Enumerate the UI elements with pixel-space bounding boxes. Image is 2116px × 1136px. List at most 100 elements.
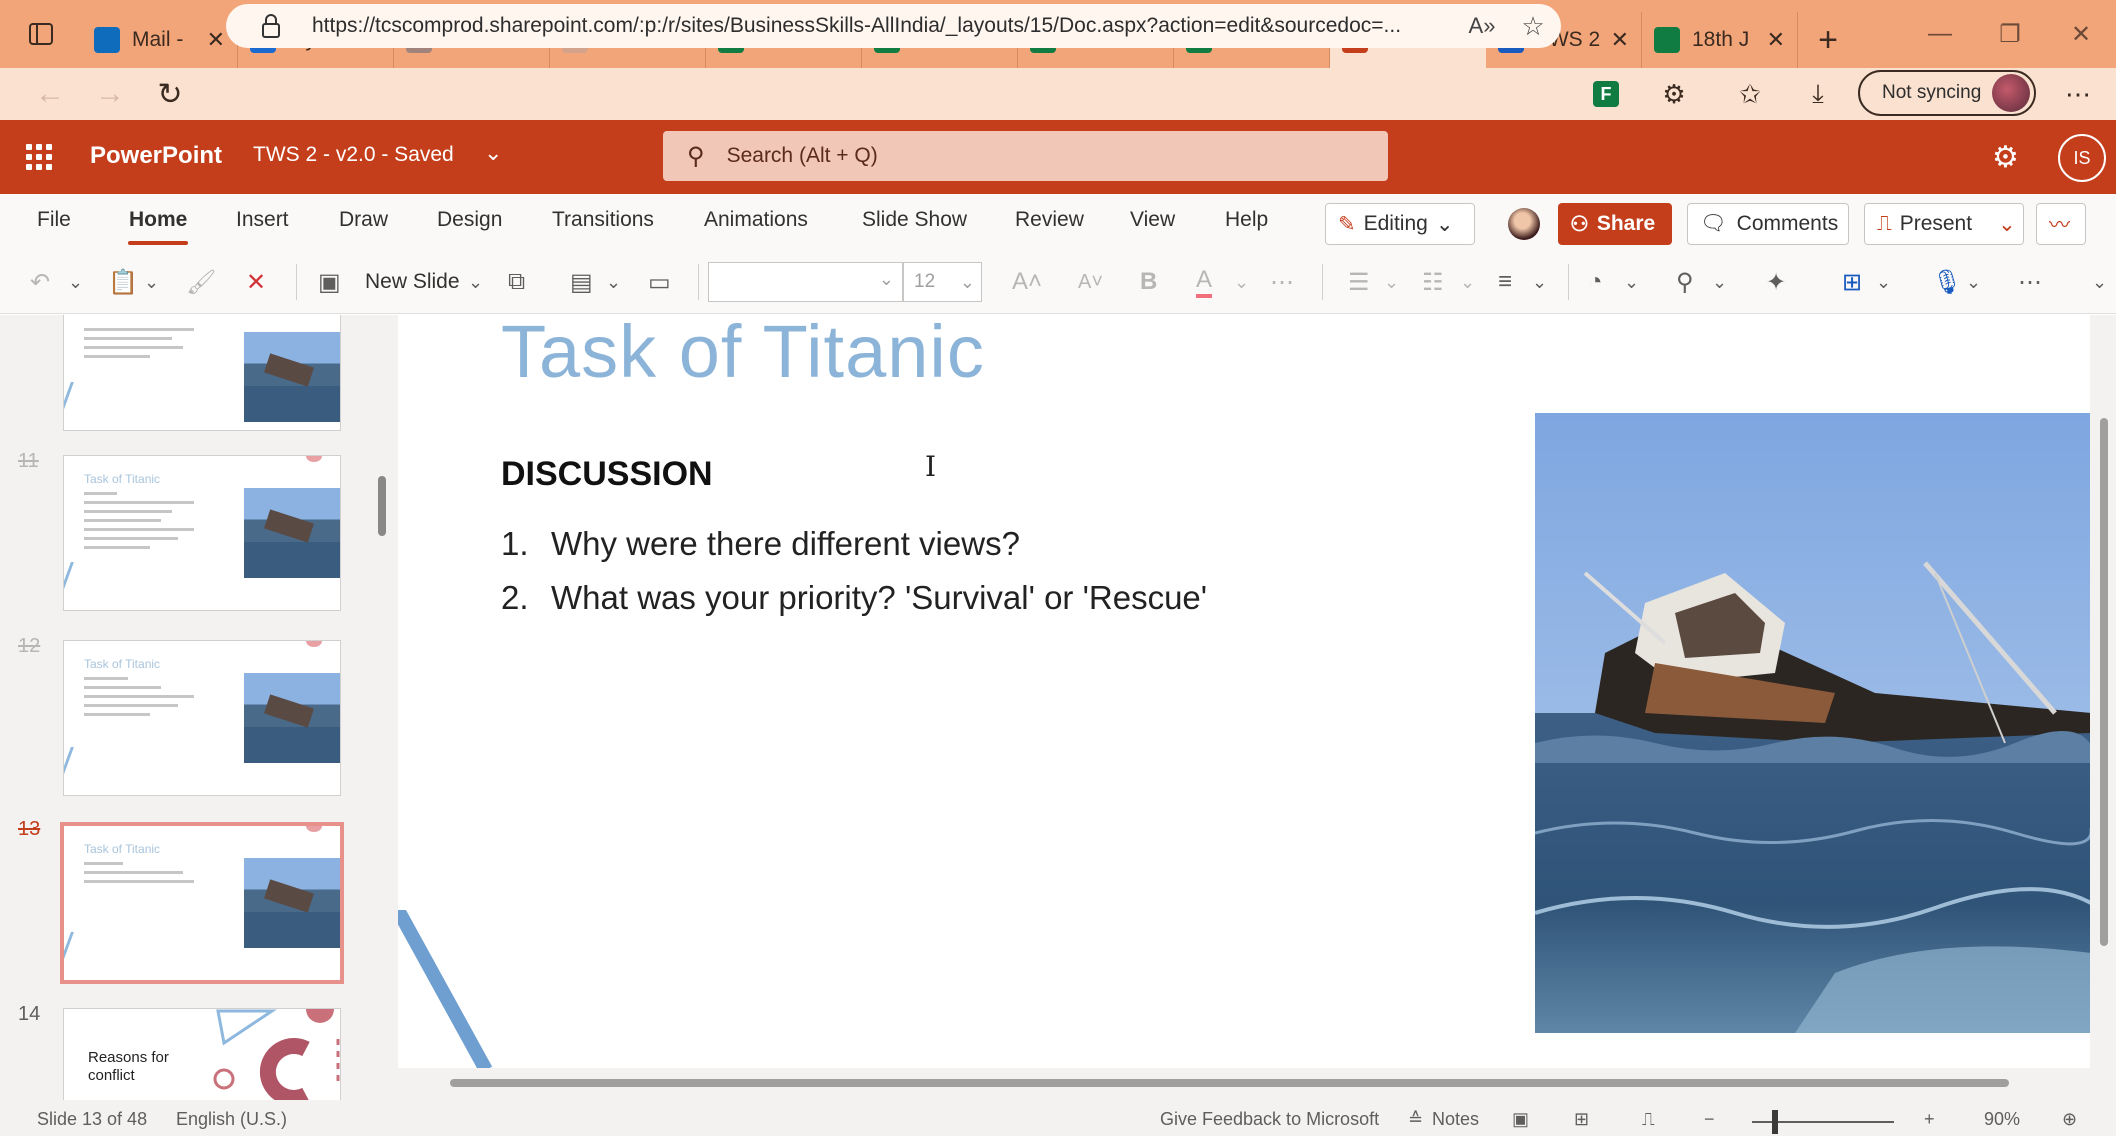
present-button[interactable]: ⎍ Present ⌄ [1864, 203, 2024, 245]
bullets-icon[interactable]: ☰ [1348, 266, 1370, 298]
gear-icon[interactable]: ⚙ [1992, 140, 2019, 175]
close-icon[interactable]: ✕ [1767, 27, 1785, 53]
reading-view-icon[interactable]: ⎍ [1642, 1109, 1655, 1130]
close-icon[interactable]: ✕ [1611, 27, 1629, 53]
designer-icon[interactable]: ✦ [1766, 266, 1786, 298]
undo-icon[interactable]: ↶ [30, 266, 50, 298]
browser-menu-icon[interactable]: ⋯ [2058, 74, 2098, 114]
layout-icon[interactable]: ▤ [570, 266, 593, 298]
restore-button[interactable]: ❐ [1975, 0, 2045, 68]
shipwreck-image[interactable] [1535, 413, 2090, 1033]
slide-title[interactable]: Task of Titanic [501, 315, 985, 394]
back-icon[interactable]: ← [20, 68, 80, 120]
chevron-down-icon[interactable]: ⌄ [1712, 266, 1727, 298]
notes-button[interactable]: Notes [1432, 1109, 1479, 1130]
tab-review[interactable]: Review [1015, 208, 1084, 232]
font-family-select[interactable]: ⌄ [708, 262, 903, 302]
extension-green-icon[interactable]: F [1586, 74, 1626, 114]
downloads-icon[interactable]: ⤓ [1798, 74, 1838, 114]
chevron-down-icon[interactable]: ⌄ [1998, 212, 2016, 237]
language-indicator[interactable]: English (U.S.) [176, 1109, 287, 1130]
slide-body[interactable]: 1. Why were there different views? 2. Wh… [501, 517, 1207, 625]
tab-animations[interactable]: Animations [704, 208, 808, 232]
feedback-link[interactable]: Give Feedback to Microsoft [1160, 1109, 1379, 1130]
browser-tab[interactable]: Mail - ✕ [82, 12, 238, 68]
tab-slide-show[interactable]: Slide Show [862, 208, 967, 232]
zoom-in-icon[interactable]: + [1924, 1109, 1935, 1130]
app-name[interactable]: PowerPoint [90, 142, 222, 170]
new-tab-button[interactable]: + [1798, 12, 1858, 68]
reload-icon[interactable]: ↻ [140, 68, 200, 120]
notes-icon[interactable]: ≙ [1408, 1109, 1423, 1130]
lock-icon[interactable] [258, 13, 284, 39]
new-slide-button[interactable]: New Slide [365, 266, 460, 298]
paste-icon[interactable]: 📋 [108, 266, 138, 298]
add-favorite-icon[interactable]: ☆ [1505, 11, 1561, 42]
tab-help[interactable]: Help [1225, 208, 1268, 232]
expand-ribbon-icon[interactable]: ⌄ [2092, 266, 2107, 298]
slide[interactable]: Task of Titanic DISCUSSION 1. Why were t… [398, 315, 2090, 1068]
vertical-scrollbar[interactable] [2100, 418, 2108, 946]
slide-subtitle[interactable]: DISCUSSION [501, 455, 713, 494]
dictate-icon[interactable]: 🎙 [1932, 266, 1962, 298]
slide-thumbnail-12[interactable]: Task of Titanic [63, 640, 341, 796]
minimize-button[interactable]: — [1905, 0, 1975, 68]
slide-thumbnail-10[interactable] [63, 315, 341, 431]
chevron-down-icon[interactable]: ⌄ [1876, 266, 1891, 298]
chevron-down-icon[interactable]: ⌄ [1234, 266, 1249, 298]
slide-thumbnail-11[interactable]: Task of Titanic [63, 455, 341, 611]
tab-draw[interactable]: Draw [339, 208, 388, 232]
comments-button[interactable]: 🗨 Comments [1687, 203, 1849, 245]
browser-tab[interactable]: 18th J ✕ [1642, 12, 1798, 68]
reuse-slides-icon[interactable]: ⧉ [508, 266, 525, 298]
zoom-level[interactable]: 90% [1984, 1109, 2020, 1130]
design-ideas-icon[interactable]: ⊞ [1842, 266, 1862, 298]
font-color-icon[interactable]: A [1196, 266, 1213, 298]
forward-icon[interactable]: → [80, 68, 140, 120]
chevron-down-icon[interactable]: ⌄ [1624, 266, 1639, 298]
tab-view[interactable]: View [1130, 208, 1175, 232]
chevron-down-icon[interactable]: ⌄ [606, 266, 621, 298]
chevron-down-icon[interactable]: ⌄ [68, 266, 83, 298]
section-icon[interactable]: ▭ [648, 266, 671, 298]
horizontal-scrollbar[interactable] [450, 1079, 2009, 1087]
search-input[interactable]: ⚲ Search (Alt + Q) [663, 131, 1388, 181]
close-icon[interactable]: ✕ [207, 27, 225, 53]
more-options-icon[interactable]: ⋯ [2018, 266, 2042, 298]
font-size-select[interactable]: 12 ⌄ [903, 262, 982, 302]
chevron-down-icon[interactable]: ⌄ [1966, 266, 1981, 298]
thumbnail-scrollbar[interactable] [378, 476, 386, 536]
more-font-options-icon[interactable]: ⋯ [1270, 266, 1294, 298]
tab-file[interactable]: File [37, 208, 71, 232]
decrease-font-icon[interactable]: A˅ [1078, 266, 1103, 298]
chevron-down-icon[interactable]: ⌄ [144, 266, 159, 298]
chevron-down-icon[interactable]: ⌄ [1460, 266, 1475, 298]
numbering-icon[interactable]: ☷ [1422, 266, 1444, 298]
profile-sync-button[interactable]: Not syncing [1858, 70, 2036, 116]
chevron-down-icon[interactable]: ⌄ [1384, 266, 1399, 298]
format-painter-icon[interactable]: 🖌 [186, 266, 216, 298]
increase-font-icon[interactable]: A˄ [1012, 266, 1042, 298]
zoom-out-icon[interactable]: − [1704, 1109, 1715, 1130]
url-text[interactable]: https://tcscomprod.sharepoint.com/:p:/r/… [312, 14, 1459, 38]
close-window-button[interactable]: ✕ [2046, 0, 2116, 68]
delete-icon[interactable]: ✕ [246, 266, 266, 298]
tab-home[interactable]: Home [129, 208, 187, 232]
bold-icon[interactable]: B [1140, 266, 1157, 298]
share-button[interactable]: ⚇ Share [1558, 203, 1672, 245]
new-slide-icon[interactable]: ▣ [318, 266, 341, 298]
activity-button[interactable]: 〰 [2036, 203, 2086, 245]
read-aloud-icon[interactable]: A» [1459, 13, 1505, 39]
slide-thumbnail-13[interactable]: Task of Titanic [60, 822, 344, 984]
user-avatar[interactable]: IS [2058, 134, 2106, 182]
extensions-icon[interactable]: ⚙ [1654, 74, 1694, 114]
editing-mode-button[interactable]: ✎ Editing ⌄ [1325, 203, 1475, 245]
chevron-down-icon[interactable]: ⌄ [468, 266, 483, 298]
normal-view-icon[interactable]: ▣ [1512, 1109, 1529, 1130]
tab-insert[interactable]: Insert [236, 208, 289, 232]
favorites-icon[interactable]: ✩ [1730, 74, 1770, 114]
fit-to-window-icon[interactable]: ⊕ [2062, 1109, 2077, 1130]
chevron-down-icon[interactable]: ⌄ [1532, 266, 1547, 298]
zoom-slider-thumb[interactable] [1772, 1110, 1778, 1134]
tab-transitions[interactable]: Transitions [552, 208, 654, 232]
